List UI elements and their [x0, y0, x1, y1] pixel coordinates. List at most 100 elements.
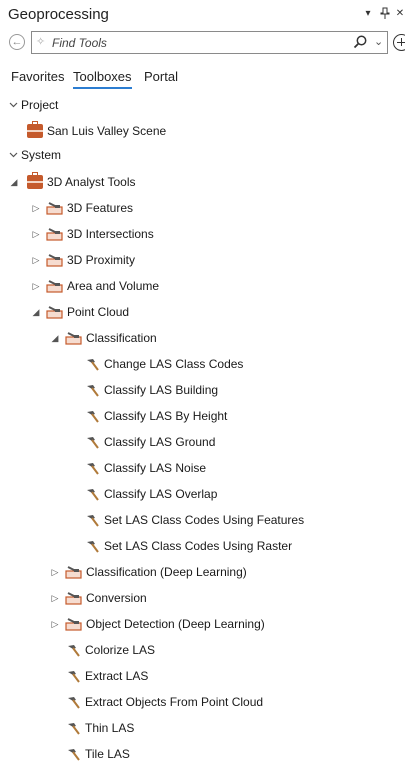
- tab-strip: Favorites Toolboxes Portal: [0, 68, 405, 90]
- tree-node-label: Point Cloud: [67, 305, 130, 319]
- toolbox-icon: [27, 121, 43, 138]
- auto-hide-pin-button[interactable]: [379, 7, 391, 21]
- chevron-down-icon[interactable]: [8, 100, 18, 110]
- tree-node-system[interactable]: System: [0, 142, 61, 168]
- tree-node-classification[interactable]: ◢ Classification: [0, 325, 157, 351]
- collapsed-triangle-icon[interactable]: ▷: [50, 567, 60, 577]
- hammer-icon: [87, 515, 99, 527]
- tree-node-toolset[interactable]: ▷ Conversion: [0, 585, 147, 611]
- tree-item-label: Change LAS Class Codes: [104, 357, 244, 371]
- tree-node-3d-analyst-tools[interactable]: ◢ 3D Analyst Tools: [0, 169, 136, 195]
- toolset-icon: [65, 566, 82, 579]
- tree-node-toolset[interactable]: ▷ 3D Features: [0, 195, 134, 221]
- search-options-chevron-icon[interactable]: ⌄: [374, 35, 383, 48]
- toolbox-icon: [27, 172, 43, 189]
- tree-item-label: Tile LAS: [85, 747, 130, 761]
- tree-tool-item[interactable]: Set LAS Class Codes Using Features: [84, 507, 304, 533]
- tree-item-label: Thin LAS: [85, 721, 135, 735]
- tree-node-toolset[interactable]: ▷ Object Detection (Deep Learning): [0, 611, 265, 637]
- toolset-icon: [46, 280, 63, 293]
- tree-item-label: San Luis Valley Scene: [47, 124, 167, 138]
- tree-item-label: Set LAS Class Codes Using Raster: [104, 539, 293, 553]
- find-tools-input[interactable]: [50, 34, 344, 52]
- tree-node-toolset[interactable]: ▷ 3D Proximity: [0, 247, 135, 273]
- tree-tool-item[interactable]: Extract LAS: [65, 663, 148, 689]
- collapsed-triangle-icon[interactable]: ▷: [50, 619, 60, 629]
- pane-header: Geoprocessing ▾ ✕: [0, 0, 405, 30]
- tree-tool-item[interactable]: Classify LAS Ground: [84, 429, 215, 455]
- tree-tool-item[interactable]: Classify LAS Overlap: [84, 481, 217, 507]
- tree-node-label: Area and Volume: [67, 279, 160, 293]
- toolset-icon: [46, 228, 63, 241]
- tree-item-label: Classify LAS Overlap: [104, 487, 218, 501]
- collapsed-triangle-icon[interactable]: ▷: [31, 281, 41, 291]
- hammer-icon: [68, 697, 80, 709]
- hammer-icon: [68, 749, 80, 761]
- arrow-left-icon: ←: [11, 36, 23, 48]
- hammer-icon: [68, 645, 80, 657]
- back-button[interactable]: ←: [9, 34, 25, 50]
- add-button[interactable]: [393, 34, 405, 51]
- tree-tool-item[interactable]: Classify LAS By Height: [84, 403, 227, 429]
- collapsed-triangle-icon[interactable]: ▷: [31, 255, 41, 265]
- toolset-icon: [46, 202, 63, 215]
- hammer-icon: [87, 463, 99, 475]
- hammer-icon: [87, 359, 99, 371]
- find-tools-box[interactable]: ✧ ⌄: [31, 31, 388, 54]
- tree-node-toolset[interactable]: ▷ Classification (Deep Learning): [0, 559, 247, 585]
- toolset-icon: [46, 254, 63, 267]
- tree-tool-item[interactable]: Thin LAS: [65, 715, 134, 741]
- hammer-icon: [68, 671, 80, 683]
- tree-item-label: Classify LAS By Height: [104, 409, 228, 423]
- tree-item-label: Set LAS Class Codes Using Features: [104, 513, 305, 527]
- tree-tool-item[interactable]: Change LAS Class Codes: [84, 351, 243, 377]
- tree-node-label: Object Detection (Deep Learning): [86, 617, 265, 631]
- tree-tool-item[interactable]: Classify LAS Noise: [84, 455, 206, 481]
- tab-portal[interactable]: Portal: [144, 69, 178, 87]
- tree-node-label: Conversion: [86, 591, 147, 605]
- tree-item-label: Extract LAS: [85, 669, 149, 683]
- tab-favorites[interactable]: Favorites: [11, 69, 64, 87]
- hammer-icon: [87, 437, 99, 449]
- tree-tool-item[interactable]: Classify LAS Building: [84, 377, 218, 403]
- hammer-icon: [68, 723, 80, 735]
- tab-toolboxes[interactable]: Toolboxes: [73, 69, 132, 89]
- tree-item-label: Classify LAS Building: [104, 383, 219, 397]
- search-row: ← ✧ ⌄: [0, 30, 405, 56]
- tree-node-label: 3D Analyst Tools: [47, 175, 136, 189]
- toolset-icon: [46, 306, 63, 319]
- tree-node-toolset[interactable]: ▷ 3D Intersections: [0, 221, 154, 247]
- tree-tool-item[interactable]: Colorize LAS: [65, 637, 155, 663]
- tree-node-label: 3D Proximity: [67, 253, 136, 267]
- tree-item-label: Classify LAS Noise: [104, 461, 207, 475]
- collapsed-triangle-icon[interactable]: ▷: [31, 203, 41, 213]
- tree-node-point-cloud[interactable]: ◢ Point Cloud: [0, 299, 130, 325]
- close-pane-button[interactable]: ✕: [394, 7, 405, 21]
- tree-item-label: Extract Objects From Point Cloud: [85, 695, 264, 709]
- tree-node-label: Classification (Deep Learning): [86, 565, 247, 579]
- tree-node-project[interactable]: Project: [0, 92, 58, 118]
- chevron-down-icon[interactable]: [8, 150, 18, 160]
- toolset-icon: [65, 332, 82, 345]
- suggest-icon: ✧: [36, 36, 46, 48]
- collapsed-triangle-icon[interactable]: ▷: [31, 229, 41, 239]
- expanded-triangle-icon[interactable]: ◢: [9, 177, 19, 187]
- hammer-icon: [87, 385, 99, 397]
- tree-tool-item[interactable]: Set LAS Class Codes Using Raster: [84, 533, 292, 559]
- collapsed-triangle-icon[interactable]: ▷: [50, 593, 60, 603]
- tree-item-label: Colorize LAS: [85, 643, 156, 657]
- hammer-icon: [87, 489, 99, 501]
- expanded-triangle-icon[interactable]: ◢: [31, 307, 41, 317]
- tree-node-label: Project: [21, 98, 59, 112]
- toolset-icon: [65, 592, 82, 605]
- tree-tool-item[interactable]: Extract Objects From Point Cloud: [65, 689, 263, 715]
- expanded-triangle-icon[interactable]: ◢: [50, 333, 60, 343]
- search-icon[interactable]: [352, 34, 368, 50]
- tree-item-project-toolbox[interactable]: San Luis Valley Scene: [27, 118, 166, 144]
- pane-menu-button[interactable]: ▾: [362, 7, 374, 21]
- tree-node-label: Classification: [86, 331, 157, 345]
- tree-tool-item[interactable]: Tile LAS: [65, 741, 130, 767]
- tree-node-toolset[interactable]: ▷ Area and Volume: [0, 273, 160, 299]
- hammer-icon: [87, 411, 99, 423]
- tree-node-label: System: [21, 148, 62, 162]
